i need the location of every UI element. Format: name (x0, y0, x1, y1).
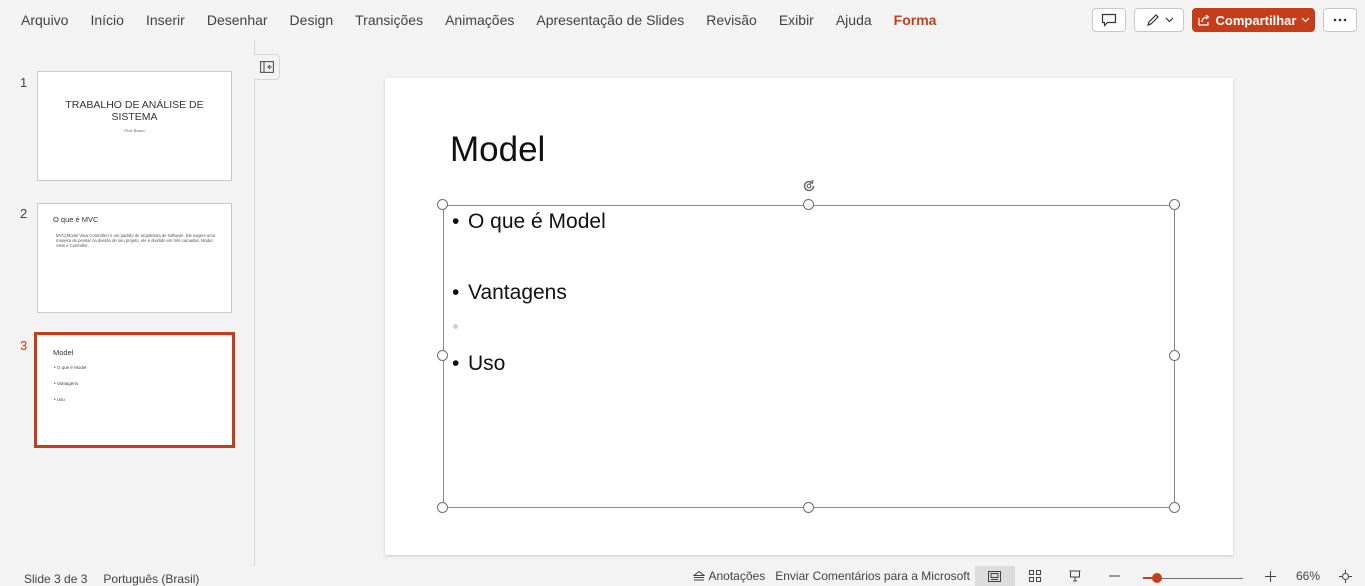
plus-icon (1265, 570, 1277, 582)
resize-handle-top-left[interactable] (437, 199, 448, 210)
slide-thumbnail-2[interactable]: O que é MVC MVC(Model View Controller) é… (37, 203, 232, 313)
tab-forma[interactable]: Forma (883, 0, 948, 40)
zoom-in-button[interactable] (1251, 566, 1291, 586)
thumbnail-number: 2 (20, 206, 28, 221)
zoom-level[interactable]: 66% (1291, 566, 1325, 586)
resize-handle-top-right[interactable] (1169, 199, 1180, 210)
bullet-item[interactable]: • Vantagens (452, 281, 567, 305)
toolbar-right: Compartilhar (1092, 8, 1357, 32)
zoom-slider-thumb[interactable] (1151, 573, 1162, 583)
thumbnail-body: MVC(Model View Controller) é um padrão d… (56, 233, 216, 249)
content-textbox[interactable]: • O que é Model • Vantagens • Uso (443, 205, 1175, 508)
thumbnail-subtitle: Prof: Bruno (124, 128, 145, 133)
collapse-pane-button[interactable] (254, 54, 280, 80)
tab-ajuda[interactable]: Ajuda (825, 0, 883, 40)
chevron-down-icon (1165, 17, 1173, 23)
pen-icon (1146, 14, 1159, 26)
editing-mode-button[interactable] (1134, 8, 1184, 32)
feedback-button[interactable]: Enviar Comentários para a Microsoft (770, 566, 975, 586)
notes-icon (692, 571, 705, 581)
slide-thumbnail-pane: 1 TRABALHO DE ANÁLISE DE SISTEMA Prof: B… (0, 40, 255, 566)
collapse-panel-icon (259, 61, 274, 73)
pane-divider[interactable] (254, 40, 255, 566)
comments-button[interactable] (1092, 8, 1126, 32)
resize-handle-right[interactable] (1169, 350, 1180, 361)
share-icon (1197, 14, 1210, 26)
tab-exibir[interactable]: Exibir (768, 0, 825, 40)
rotate-handle-icon[interactable] (802, 179, 816, 193)
more-options-button[interactable] (1323, 8, 1357, 32)
resize-handle-top[interactable] (803, 199, 814, 210)
tab-arquivo[interactable]: Arquivo (0, 0, 79, 40)
slide-sorter-button[interactable] (1015, 566, 1055, 586)
thumbnail-number: 3 (20, 338, 28, 353)
slide-thumbnail-1[interactable]: TRABALHO DE ANÁLISE DE SISTEMA Prof: Bru… (37, 71, 232, 181)
slide-position: Slide 3 de 3 (24, 572, 88, 586)
bullet-text: Vantagens (468, 281, 567, 304)
tab-animacoes[interactable]: Animações (434, 0, 525, 40)
tab-design[interactable]: Design (279, 0, 345, 40)
chevron-down-icon (1302, 17, 1310, 23)
presentation-icon (1069, 570, 1081, 582)
tab-inicio[interactable]: Início (79, 0, 134, 40)
bullet-text: O que é Model (468, 210, 606, 233)
tab-transicoes[interactable]: Transições (344, 0, 434, 40)
feedback-label: Enviar Comentários para a Microsoft (775, 569, 970, 583)
slide-canvas[interactable]: Model • O que é Model • Vantagens • Uso (385, 78, 1233, 555)
bullet-item[interactable]: • O que é Model (452, 210, 606, 234)
resize-handle-bottom-right[interactable] (1169, 502, 1180, 513)
reading-view-button[interactable] (1055, 566, 1095, 586)
bullet-text: Uso (468, 352, 506, 375)
resize-handle-bottom[interactable] (803, 502, 814, 513)
ribbon-tabs: Arquivo Início Inserir Desenhar Design T… (0, 0, 1365, 40)
tab-apresentacao[interactable]: Apresentação de Slides (525, 0, 695, 40)
notes-label: Anotações (708, 569, 766, 583)
comment-icon (1101, 13, 1117, 27)
thumbnail-title: Model (53, 348, 74, 357)
empty-bullet-marker (453, 324, 458, 329)
more-icon (1333, 18, 1347, 22)
bullet-item[interactable]: • Uso (452, 352, 505, 376)
tab-revisao[interactable]: Revisão (695, 0, 768, 40)
thumbnail-bullet: • O que é Model (54, 365, 87, 370)
minus-icon (1109, 575, 1121, 577)
notes-button[interactable]: Anotações (688, 566, 771, 586)
resize-handle-bottom-left[interactable] (437, 502, 448, 513)
fit-to-window-icon (1338, 569, 1352, 583)
resize-handle-left[interactable] (437, 350, 448, 361)
zoom-slider[interactable] (1142, 566, 1243, 586)
language-indicator[interactable]: Português (Brasil) (103, 572, 199, 586)
slide-thumbnail-3[interactable]: Model • O que é Model • Vantagens • Uso (34, 332, 235, 448)
share-button[interactable]: Compartilhar (1192, 8, 1315, 32)
share-label: Compartilhar (1215, 12, 1297, 28)
slide-title[interactable]: Model (450, 130, 545, 170)
fit-slide-button[interactable] (1325, 566, 1365, 586)
thumbnail-title: O que é MVC (53, 215, 99, 224)
thumbnail-bullet: • Uso (54, 397, 65, 402)
thumbnail-title: TRABALHO DE ANÁLISE DE SISTEMA (65, 99, 204, 123)
thumbnail-bullet: • Vantagens (54, 381, 79, 386)
zoom-out-button[interactable] (1095, 566, 1135, 586)
thumbnail-number: 1 (20, 75, 28, 90)
grid-icon (1028, 570, 1041, 582)
status-bar: Slide 3 de 3 Português (Brasil) Anotaçõe… (0, 566, 1365, 586)
tab-desenhar[interactable]: Desenhar (196, 0, 279, 40)
tab-inserir[interactable]: Inserir (135, 0, 196, 40)
normal-view-button[interactable] (974, 566, 1015, 586)
normal-view-icon (988, 570, 1002, 582)
zoom-level-label: 66% (1295, 569, 1320, 583)
